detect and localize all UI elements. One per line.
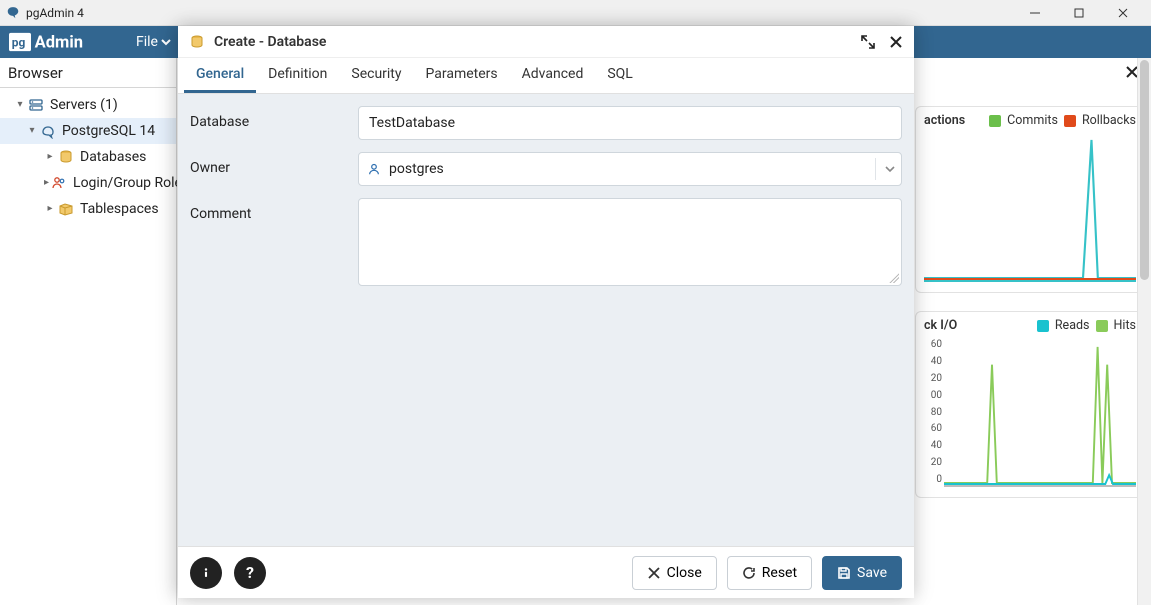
label-owner: Owner xyxy=(190,152,358,176)
dialog-header: Create - Database xyxy=(178,26,914,58)
tablespace-icon xyxy=(58,201,74,217)
dialog-tabs: General Definition Security Parameters A… xyxy=(178,58,914,94)
close-icon xyxy=(647,566,661,580)
app-icon xyxy=(6,6,20,20)
dialog-close-button[interactable] xyxy=(888,34,904,50)
tree-label: Servers (1) xyxy=(50,93,118,117)
tab-security[interactable]: Security xyxy=(339,58,413,93)
owner-select[interactable] xyxy=(358,152,902,186)
owner-value[interactable] xyxy=(358,152,902,186)
label-comment: Comment xyxy=(190,198,358,222)
resize-grip-icon[interactable] xyxy=(887,271,899,283)
reset-icon xyxy=(742,566,756,580)
svg-text:pg: pg xyxy=(12,36,26,50)
window-maximize-button[interactable] xyxy=(1057,0,1101,26)
create-database-dialog: Create - Database General Definition Sec… xyxy=(178,26,914,598)
reset-button[interactable]: Reset xyxy=(727,556,812,590)
caret-down-icon[interactable]: ▾ xyxy=(14,93,26,117)
tab-general[interactable]: General xyxy=(184,58,256,93)
info-button[interactable] xyxy=(190,557,222,589)
tab-parameters[interactable]: Parameters xyxy=(414,58,510,93)
app-menu: File xyxy=(136,34,176,50)
y-axis: 60 40 20 00 80 60 40 20 0 xyxy=(924,337,944,487)
legend-swatch-reads xyxy=(1037,320,1049,332)
save-button[interactable]: Save xyxy=(822,556,902,590)
object-tree[interactable]: ▾ Servers (1) ▾ PostgreSQL 14 ▸ Database… xyxy=(0,88,176,226)
close-button[interactable]: Close xyxy=(632,556,717,590)
dialog-body: Database Owner Comment xyxy=(178,94,914,546)
tree-node-login-roles[interactable]: ▸ Login/Group Roles xyxy=(0,170,176,196)
database-input[interactable] xyxy=(358,106,902,140)
tree-label: Login/Group Roles xyxy=(73,171,189,195)
tab-definition[interactable]: Definition xyxy=(256,58,339,93)
dashboard-charts: actions Commits Rollbacks xyxy=(915,106,1145,498)
legend-label: Rollbacks xyxy=(1082,113,1136,128)
tree-node-tablespaces[interactable]: ▸ Tablespaces xyxy=(0,196,176,222)
chart-block-io: ck I/O Reads Hits 60 40 20 00 80 60 40 xyxy=(915,311,1145,498)
elephant-icon xyxy=(40,123,56,139)
help-button[interactable]: ? xyxy=(234,557,266,589)
legend-swatch-rollbacks xyxy=(1064,115,1076,127)
caret-right-icon[interactable]: ▸ xyxy=(44,197,56,221)
legend-label: Hits xyxy=(1114,318,1137,333)
svg-text:Admin: Admin xyxy=(35,34,83,53)
window-title: pgAdmin 4 xyxy=(26,6,84,20)
chart-plot xyxy=(924,132,1136,282)
database-icon xyxy=(188,33,206,51)
legend-label: Commits xyxy=(1007,113,1058,128)
window-controls xyxy=(1013,0,1145,26)
roles-icon xyxy=(51,175,67,191)
database-icon xyxy=(58,149,74,165)
menu-file-label: File xyxy=(136,34,158,50)
tree-node-servers[interactable]: ▾ Servers (1) xyxy=(0,92,176,118)
tree-label: Databases xyxy=(80,145,146,169)
legend-swatch-hits xyxy=(1096,320,1108,332)
caret-right-icon[interactable]: ▸ xyxy=(44,171,49,195)
pgadmin-logo: pg Admin xyxy=(8,31,120,53)
tab-advanced[interactable]: Advanced xyxy=(510,58,596,93)
tree-node-databases[interactable]: ▸ Databases xyxy=(0,144,176,170)
window-minimize-button[interactable] xyxy=(1013,0,1057,26)
dialog-title: Create - Database xyxy=(214,34,326,50)
servers-icon xyxy=(28,97,44,113)
tab-sql[interactable]: SQL xyxy=(595,58,644,93)
caret-right-icon[interactable]: ▸ xyxy=(44,145,56,169)
chart-title-partial: ck I/O xyxy=(924,318,957,333)
chevron-down-icon[interactable] xyxy=(875,158,896,180)
window-titlebar: pgAdmin 4 xyxy=(0,0,1151,26)
comment-textarea[interactable] xyxy=(358,198,902,286)
user-icon xyxy=(366,161,382,177)
caret-down-icon[interactable]: ▾ xyxy=(26,119,38,143)
scrollbar[interactable] xyxy=(1137,58,1151,605)
dialog-footer: ? Close Reset Save xyxy=(178,546,914,598)
chart-plot xyxy=(944,337,1136,487)
browser-header: Browser xyxy=(0,58,176,88)
tree-label: Tablespaces xyxy=(80,197,159,221)
label-database: Database xyxy=(190,106,358,130)
save-icon xyxy=(837,566,851,580)
window-close-button[interactable] xyxy=(1101,0,1145,26)
tree-label: PostgreSQL 14 xyxy=(62,119,155,143)
browser-panel: Browser ▾ Servers (1) ▾ PostgreSQL 14 ▸ xyxy=(0,58,177,605)
legend-label: Reads xyxy=(1055,318,1090,333)
menu-file[interactable]: File xyxy=(136,34,172,50)
dialog-expand-button[interactable] xyxy=(860,34,876,50)
chart-transactions: actions Commits Rollbacks xyxy=(915,106,1145,293)
scrollbar-thumb[interactable] xyxy=(1140,60,1149,280)
chart-title-partial: actions xyxy=(924,113,965,128)
tree-node-postgresql[interactable]: ▾ PostgreSQL 14 xyxy=(0,118,176,144)
legend-swatch-commits xyxy=(989,115,1001,127)
